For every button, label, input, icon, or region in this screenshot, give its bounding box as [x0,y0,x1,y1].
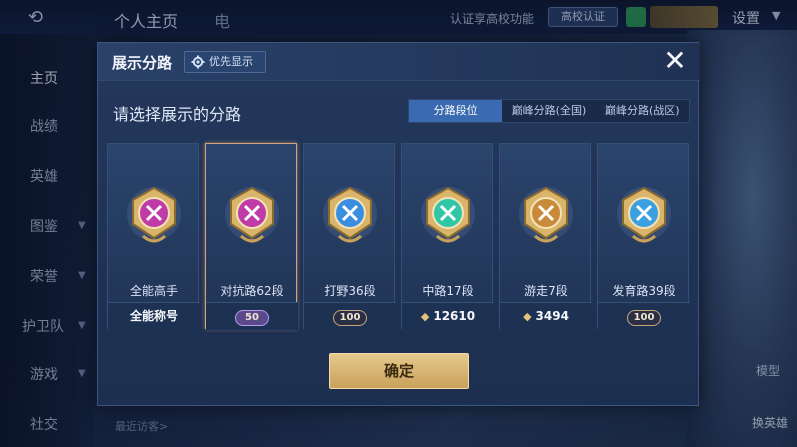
lane-emblem-icon [421,186,475,243]
tab-lane-rank[interactable]: 分路段位 [409,100,503,122]
lane-card[interactable]: 对抗路62段 50 [205,143,298,330]
tab-peak-national[interactable]: 巅峰分路(全国) [502,100,595,122]
lane-card-footer: 50 [206,302,298,330]
rank-badge: 100 [333,310,367,326]
score-icon: ◆ [420,310,430,323]
lane-card-footer: 100 [304,302,396,330]
lane-card[interactable]: 打野36段 100 [303,143,396,330]
lane-card[interactable]: 中路17段 ◆ 12610 [401,143,494,330]
lane-card-name: 游走7段 [524,284,568,298]
lane-card-footer: 100 [598,302,690,330]
score-value: 3494 [535,309,569,323]
lane-card-name: 发育路39段 [612,284,676,298]
lane-card[interactable]: 全能高手 全能称号 [107,143,200,330]
lane-card-name: 打野36段 [324,284,376,298]
lane-cards: 全能高手 全能称号 对抗路62段 50 打野36段 100 中路17段 ◆ 12610 游走7段 ◆… [107,143,691,331]
close-icon[interactable]: ✕ [660,47,690,77]
select-prompt: 请选择展示的分路 [113,105,242,124]
lane-card-footer: 全能称号 [108,302,200,330]
lane-card-footer: ◆ 12610 [402,302,494,330]
lane-display-modal: 展示分路 优先显示 ✕ 请选择展示的分路 分路段位 巅峰分路(全国) 巅峰分路(… [97,42,700,406]
rank-badge: 50 [235,310,269,326]
rank-badge: 100 [627,310,661,326]
priority-display-button[interactable]: 优先显示 [184,51,266,73]
lane-card[interactable]: 发育路39段 100 [597,143,690,330]
lane-card-name: 全能高手 [129,284,178,298]
lane-card-name: 中路17段 [422,284,474,298]
lane-emblem-icon [519,186,573,243]
gear-icon [191,55,205,69]
tab-peak-region[interactable]: 巅峰分路(战区) [596,100,689,122]
score-icon: ◆ [523,310,532,323]
modal-title: 展示分路 [112,54,173,72]
lane-emblem-icon [225,186,279,243]
lane-tabs: 分路段位 巅峰分路(全国) 巅峰分路(战区) [408,99,690,123]
priority-label: 优先显示 [209,55,253,68]
lane-emblem-icon [127,186,181,243]
score-value: 12610 [433,309,476,323]
lane-card-footer: ◆ 3494 [500,302,592,330]
lane-emblem-icon [617,186,671,243]
lane-emblem-icon [323,186,377,243]
lane-card[interactable]: 游走7段 ◆ 3494 [499,143,592,330]
lane-card-name: 对抗路62段 [220,284,284,298]
confirm-button[interactable]: 确定 [329,353,469,389]
modal-header: 展示分路 优先显示 ✕ [98,43,700,81]
